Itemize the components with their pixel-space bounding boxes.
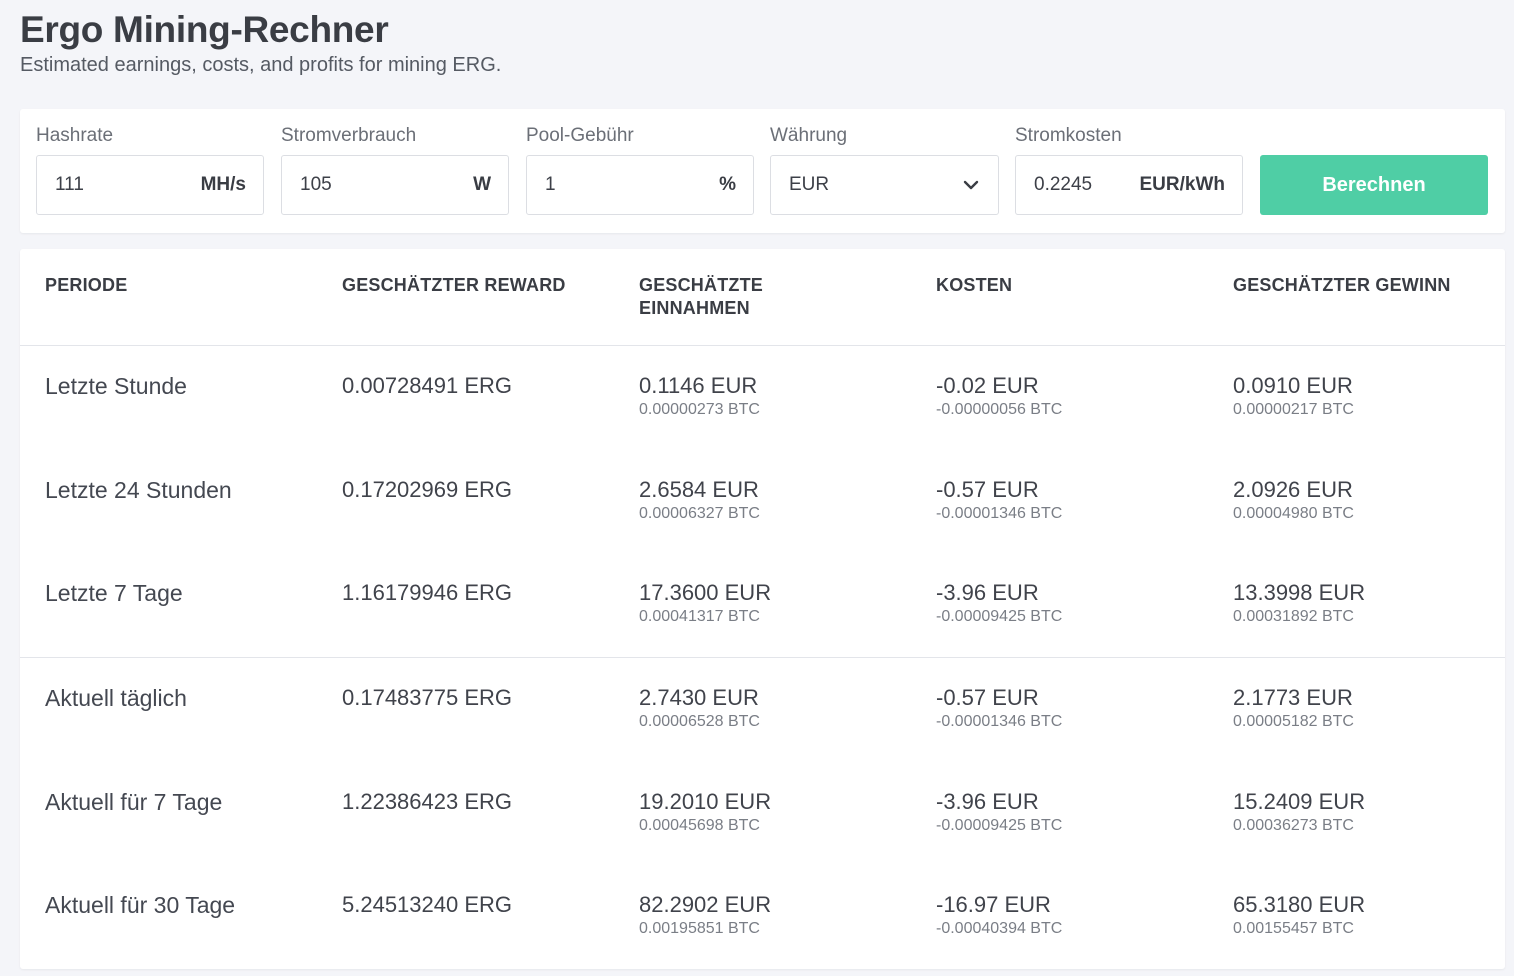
period-cell: Letzte 7 Tage [45,580,183,606]
costs-btc: -0.00001346 BTC [936,505,1063,522]
costs-eur: -0.57 EUR [936,477,1039,502]
profit-cell: 0.0910 EUR 0.00000217 BTC [1233,372,1354,420]
period-cell: Aktuell für 7 Tage [45,789,223,815]
profit-btc: 0.00004980 BTC [1233,505,1354,522]
period-cell: Aktuell täglich [45,685,187,711]
reward-cell: 0.00728491 ERG [342,373,513,398]
pool-fee-input[interactable]: 1 % [526,155,754,215]
profit-eur: 13.3998 EUR [1233,580,1366,605]
profit-eur: 2.0926 EUR [1233,477,1353,502]
currency-select[interactable]: EUR [770,155,999,215]
profit-btc: 0.00031892 BTC [1233,608,1354,625]
chevron-down-icon[interactable] [961,175,981,195]
profit-btc: 0.00000217 BTC [1233,401,1354,418]
revenue-eur: 0.1146 EUR [639,373,758,398]
profit-btc: 0.00005182 BTC [1233,713,1354,730]
hashrate-label: Hashrate [36,125,114,146]
profit-cell: 2.1773 EUR 0.00005182 BTC [1233,684,1354,732]
profit-eur: 65.3180 EUR [1233,892,1366,917]
profit-btc: 0.00155457 BTC [1233,920,1354,937]
reward-cell: 1.16179946 ERG [342,580,513,605]
costs-btc: -0.00009425 BTC [936,608,1063,625]
revenue-btc: 0.00045698 BTC [639,817,760,834]
power-value[interactable]: 105 [282,174,473,196]
revenue-btc: 0.00041317 BTC [639,608,760,625]
results-table: PERIODE GESCHÄTZTER REWARD GESCHÄTZTE EI… [20,249,1505,969]
costs-eur: -16.97 EUR [936,892,1051,917]
costs-cell: -0.02 EUR -0.00000056 BTC [936,372,1062,420]
revenue-eur: 2.7430 EUR [639,685,759,710]
period-cell: Aktuell für 30 Tage [45,892,236,918]
period-cell: Letzte 24 Stunden [45,477,232,503]
costs-eur: -3.96 EUR [936,580,1039,605]
hashrate-unit: MH/s [200,174,246,195]
profit-cell: 2.0926 EUR 0.00004980 BTC [1233,476,1354,524]
currency-label: Währung [770,125,848,146]
header-profit: GESCHÄTZTER GEWINN [1233,275,1451,295]
revenue-eur: 19.2010 EUR [639,789,772,814]
page-header: Ergo Mining-Rechner Estimated earnings, … [20,8,501,77]
header-costs: KOSTEN [936,275,1013,295]
costs-btc: -0.00009425 BTC [936,817,1063,834]
revenue-btc: 0.00000273 BTC [639,401,760,418]
costs-cell: -0.57 EUR -0.00001346 BTC [936,476,1062,524]
revenue-eur: 2.6584 EUR [639,477,759,502]
profit-btc: 0.00036273 BTC [1233,817,1354,834]
electricity-input[interactable]: 0.2245 EUR/kWh [1015,155,1243,215]
currency-value[interactable]: EUR [771,174,961,196]
electricity-unit: EUR/kWh [1139,174,1226,195]
power-unit: W [473,174,491,195]
costs-eur: -3.96 EUR [936,789,1039,814]
costs-cell: -0.57 EUR -0.00001346 BTC [936,684,1062,732]
pool-fee-label: Pool-Gebühr [526,125,634,146]
costs-eur: -0.02 EUR [936,373,1039,398]
power-input[interactable]: 105 W [281,155,509,215]
costs-btc: -0.00001346 BTC [936,713,1063,730]
reward-cell: 0.17202969 ERG [342,477,513,502]
profit-cell: 13.3998 EUR 0.00031892 BTC [1233,579,1365,627]
pool-fee-value[interactable]: 1 [527,174,719,196]
reward-cell: 1.22386423 ERG [342,789,513,814]
pool-fee-unit: % [719,174,736,195]
revenue-btc: 0.00006327 BTC [639,505,760,522]
costs-eur: -0.57 EUR [936,685,1039,710]
revenue-btc: 0.00195851 BTC [639,920,760,937]
group-divider [20,657,1505,658]
header-reward: GESCHÄTZTER REWARD [342,275,566,295]
page-title: Ergo Mining-Rechner [20,9,389,50]
hashrate-value[interactable]: 111 [37,174,201,196]
profit-cell: 15.2409 EUR 0.00036273 BTC [1233,788,1365,836]
costs-cell: -3.96 EUR -0.00009425 BTC [936,788,1062,836]
profit-cell: 65.3180 EUR 0.00155457 BTC [1233,891,1365,939]
profit-eur: 2.1773 EUR [1233,685,1353,710]
calculate-button[interactable]: Berechnen [1260,155,1488,215]
power-label: Stromverbrauch [281,125,417,146]
reward-cell: 0.17483775 ERG [342,685,513,710]
revenue-cell: 82.2902 EUR 0.00195851 BTC [639,891,771,939]
header-revenue: GESCHÄTZTE EINNAHMEN [639,275,764,318]
revenue-eur: 82.2902 EUR [639,892,772,917]
revenue-cell: 19.2010 EUR 0.00045698 BTC [639,788,771,836]
costs-cell: -16.97 EUR -0.00040394 BTC [936,891,1062,939]
revenue-cell: 17.3600 EUR 0.00041317 BTC [639,579,771,627]
calculator-form: Hashrate 111 MH/s Stromverbrauch 105 W P… [20,109,1505,233]
revenue-eur: 17.3600 EUR [639,580,772,605]
page-subtitle: Estimated earnings, costs, and profits f… [20,54,502,76]
profit-eur: 15.2409 EUR [1233,789,1366,814]
electricity-label: Stromkosten [1015,125,1122,146]
profit-eur: 0.0910 EUR [1233,373,1353,398]
revenue-btc: 0.00006528 BTC [639,713,760,730]
electricity-value[interactable]: 0.2245 [1016,174,1140,196]
costs-btc: -0.00000056 BTC [936,401,1063,418]
reward-cell: 5.24513240 ERG [342,892,513,917]
revenue-cell: 2.7430 EUR 0.00006528 BTC [639,684,760,732]
table-header: PERIODE GESCHÄTZTER REWARD GESCHÄTZTE EI… [20,249,1505,346]
header-period: PERIODE [45,275,128,295]
costs-cell: -3.96 EUR -0.00009425 BTC [936,579,1062,627]
hashrate-input[interactable]: 111 MH/s [36,155,264,215]
revenue-cell: 0.1146 EUR 0.00000273 BTC [639,372,760,420]
period-cell: Letzte Stunde [45,373,187,399]
revenue-cell: 2.6584 EUR 0.00006327 BTC [639,476,760,524]
costs-btc: -0.00040394 BTC [936,920,1063,937]
